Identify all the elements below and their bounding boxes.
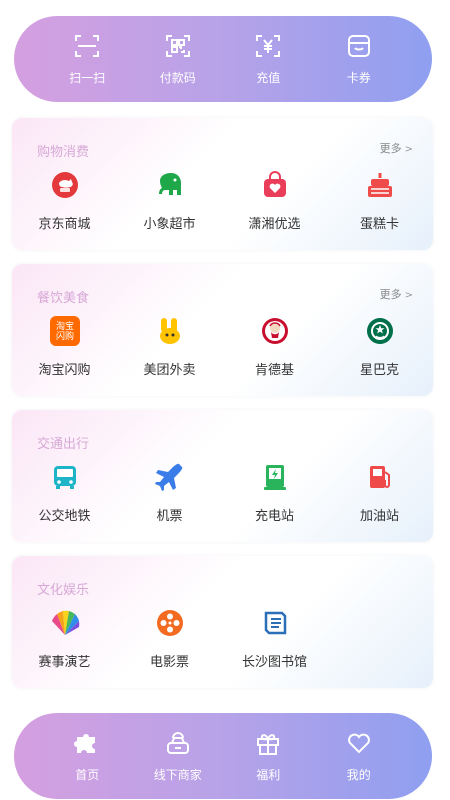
service-label: 淘宝闪购 (38, 363, 91, 378)
store-icon (164, 729, 192, 757)
service-label: 蛋糕卡 (359, 217, 399, 232)
fan-performance-icon (50, 608, 80, 638)
service-label: 潇湘优选 (248, 217, 301, 232)
recharge-label: 充值 (256, 71, 281, 85)
nav-label: 我的 (346, 768, 371, 782)
kfc-icon (260, 316, 290, 346)
nav-mine[interactable]: 我的 (324, 729, 394, 783)
service-label: 肯德基 (254, 363, 294, 378)
scan-label: 扫一扫 (69, 71, 106, 85)
more-link[interactable]: 更多 > (380, 140, 413, 156)
service-label: 小象超市 (143, 217, 196, 232)
chevron-right-icon: > (404, 144, 413, 155)
gift-icon (254, 729, 282, 757)
service-label: 长沙图书馆 (241, 655, 307, 670)
payment-code-button[interactable]: 付款码 (143, 32, 213, 86)
gas-station-icon (365, 462, 395, 492)
service-label: 公交地铁 (38, 509, 91, 524)
service-cake-card[interactable]: 蛋糕卡 (327, 170, 432, 232)
airplane-icon (154, 462, 185, 492)
nav-label: 首页 (75, 768, 100, 782)
jd-mall-icon (50, 170, 80, 200)
service-grid: 赛事演艺 电影票 长沙图书馆 (12, 608, 433, 670)
service-meituan-delivery[interactable]: 美团外卖 (117, 316, 222, 378)
nav-offline-merchants[interactable]: 线下商家 (143, 729, 213, 783)
service-charging-station[interactable]: 充电站 (222, 462, 327, 524)
service-taobao-flash[interactable]: 淘宝 闪购 淘宝闪购 (12, 316, 117, 378)
service-kfc[interactable]: 肯德基 (222, 316, 327, 378)
yen-recharge-icon (254, 32, 282, 60)
film-reel-icon (155, 608, 185, 638)
more-link[interactable]: 更多 > (380, 286, 413, 302)
service-events-performances[interactable]: 赛事演艺 (12, 608, 117, 670)
heart-icon (345, 729, 373, 757)
service-label: 加油站 (359, 509, 399, 524)
service-gas-station[interactable]: 加油站 (327, 462, 432, 524)
section-title: 餐饮美食 (37, 291, 90, 306)
scan-button[interactable]: 扫一扫 (52, 32, 122, 86)
service-label: 电影票 (149, 655, 189, 670)
service-xiaoxiang-select[interactable]: 潇湘优选 (222, 170, 327, 232)
more-label: 更多 (379, 142, 402, 155)
service-jd-mall[interactable]: 京东商城 (12, 170, 117, 232)
coupon-label: 卡券 (346, 71, 371, 85)
starbucks-icon (365, 316, 395, 346)
service-bus-metro[interactable]: 公交地铁 (12, 462, 117, 524)
chevron-right-icon: > (404, 290, 413, 301)
section-dining: 餐饮美食 更多 > 淘宝 闪购 淘宝闪购 美团外卖 肯德基 星巴克 (12, 264, 433, 396)
service-air-ticket[interactable]: 机票 (117, 462, 222, 524)
coupon-card-icon (345, 32, 373, 60)
service-elephant-supermarket[interactable]: 小象超市 (117, 170, 222, 232)
charging-station-icon (260, 462, 290, 492)
service-grid: 公交地铁 机票 充电站 加油站 (12, 462, 433, 524)
top-action-bar: 扫一扫 付款码 充值 卡券 (14, 16, 432, 102)
service-label: 机票 (156, 509, 183, 524)
service-grid: 京东商城 小象超市 潇湘优选 蛋糕卡 (12, 170, 433, 232)
meituan-kangaroo-icon (155, 316, 185, 346)
elephant-supermarket-icon (155, 170, 185, 200)
recharge-button[interactable]: 充值 (233, 32, 303, 86)
nav-welfare[interactable]: 福利 (233, 729, 303, 783)
shopping-bag-heart-icon (260, 170, 290, 200)
section-title: 购物消费 (37, 145, 90, 160)
service-starbucks[interactable]: 星巴克 (327, 316, 432, 378)
bottom-navigation: 首页 线下商家 福利 我的 (14, 713, 432, 799)
payment-code-label: 付款码 (159, 71, 196, 85)
bus-icon (50, 462, 80, 492)
service-label: 美团外卖 (143, 363, 196, 378)
service-changsha-library[interactable]: 长沙图书馆 (222, 608, 327, 670)
more-label: 更多 (379, 288, 402, 301)
taobao-flash-icon: 淘宝 闪购 (49, 316, 80, 346)
section-entertainment: 文化娱乐 赛事演艺 电影票 长沙图书馆 (12, 556, 433, 688)
service-label: 京东商城 (38, 217, 91, 232)
service-grid: 淘宝 闪购 淘宝闪购 美团外卖 肯德基 星巴克 (12, 316, 433, 378)
section-shopping: 购物消费 更多 > 京东商城 小象超市 潇湘优选 蛋糕卡 (12, 118, 433, 250)
service-movie-ticket[interactable]: 电影票 (117, 608, 222, 670)
qr-code-icon (164, 32, 192, 60)
nav-label: 福利 (256, 768, 281, 782)
section-title: 文化娱乐 (37, 583, 90, 598)
service-label: 星巴克 (359, 363, 399, 378)
library-book-icon (260, 608, 290, 638)
service-label: 赛事演艺 (38, 655, 91, 670)
section-transport: 交通出行 公交地铁 机票 充电站 加油站 (12, 410, 433, 542)
nav-home[interactable]: 首页 (52, 729, 122, 783)
taobao-icon-text: 闪购 (55, 330, 73, 342)
service-label: 充电站 (254, 509, 294, 524)
section-title: 交通出行 (37, 437, 90, 452)
taobao-icon-text: 淘宝 (55, 320, 73, 332)
nav-label: 线下商家 (153, 768, 202, 782)
coupon-button[interactable]: 卡券 (324, 32, 394, 86)
puzzle-home-icon (73, 729, 101, 757)
cake-icon (365, 170, 395, 200)
scan-icon (73, 32, 101, 60)
